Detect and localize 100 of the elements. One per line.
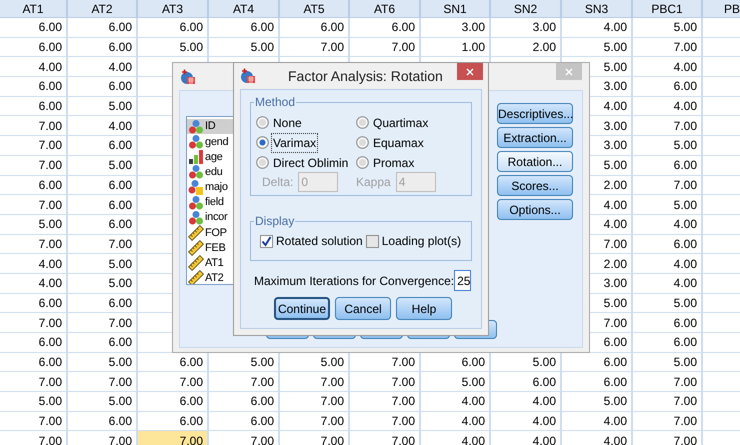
table-cell: 7.00 <box>0 412 68 432</box>
table-cell: 4.00 <box>633 254 703 274</box>
dialog-button[interactable]: Rotation... <box>497 151 573 172</box>
table-cell: 7.00 <box>68 313 138 333</box>
table-cell: 6.00 <box>633 234 703 254</box>
radio-label: Direct Oblimin <box>272 154 350 172</box>
table-cell: 5.00 <box>633 18 703 38</box>
radio-button[interactable] <box>256 116 269 129</box>
table-cell: 5.00 <box>562 38 633 58</box>
dialog-button[interactable]: Help <box>396 297 452 320</box>
ruler-icon <box>188 270 204 284</box>
variable-item[interactable]: FOP <box>187 225 245 240</box>
table-cell: 7.00 <box>280 392 350 412</box>
dialog-button[interactable]: Continue <box>274 297 330 320</box>
table-cell: 6.00 <box>0 176 68 196</box>
table-cell: 6.00 <box>633 156 703 176</box>
radio-button[interactable] <box>256 136 269 149</box>
variable-item[interactable]: FEB <box>187 240 245 256</box>
table-cell: 4.00 <box>0 254 68 274</box>
table-cell: 6.00 <box>68 214 138 235</box>
table-cell: 7.00 <box>68 372 138 392</box>
table-cell: 6.00 <box>0 77 68 97</box>
table-cell: 7.00 <box>350 392 421 412</box>
variable-item[interactable]: age <box>187 149 245 165</box>
table-cell: 5.00 <box>68 156 138 176</box>
variable-item[interactable]: gend <box>187 134 245 150</box>
nominal-variable-icon <box>188 164 204 180</box>
table-cell: 5.00 <box>633 352 703 372</box>
checkbox-label: Rotated solution <box>276 233 363 250</box>
radio-button[interactable] <box>356 136 369 149</box>
column-header[interactable]: PB <box>703 0 740 18</box>
table-cell: 6.00 <box>633 77 703 97</box>
table-cell: 5.00 <box>209 38 280 58</box>
column-header[interactable]: PBC1 <box>633 0 703 18</box>
table-cell: 7.00 <box>633 372 703 392</box>
table-cell: 5.00 <box>68 254 138 274</box>
dialog-button[interactable]: Scores... <box>497 175 573 196</box>
variable-item[interactable]: majo <box>187 180 245 195</box>
bar-chart-icon <box>188 148 204 165</box>
table-cell: 6.00 <box>0 333 68 353</box>
nominal-string-variable-icon <box>188 179 204 196</box>
radio-label: Quartimax <box>372 114 430 132</box>
table-cell: 7.00 <box>633 392 703 412</box>
column-header[interactable]: SN3 <box>562 0 633 18</box>
table-cell: 7.00 <box>209 431 280 445</box>
variable-item[interactable]: AT1 <box>187 256 245 271</box>
group-title: Display <box>254 214 296 228</box>
dialog-button[interactable]: Options... <box>497 199 573 220</box>
close-button[interactable] <box>457 63 483 80</box>
table-cell: 7.00 <box>138 372 209 392</box>
input-field[interactable]: 25 <box>454 270 472 291</box>
table-cell: 4.00 <box>491 431 562 445</box>
table-cell: 6.00 <box>68 294 138 314</box>
radio-button[interactable] <box>256 156 269 169</box>
table-cell: 6.00 <box>350 18 421 38</box>
column-header[interactable]: AT6 <box>350 0 421 18</box>
table-cell: 7.00 <box>280 372 350 392</box>
column-header[interactable]: AT2 <box>68 0 138 18</box>
table-cell: 7.00 <box>633 431 703 445</box>
checkbox[interactable] <box>260 234 273 248</box>
variable-item[interactable]: incor <box>187 210 245 226</box>
table-cell: 4.00 <box>0 57 68 78</box>
table-cell: 7.00 <box>350 38 421 58</box>
table-cell: 4.00 <box>0 274 68 294</box>
table-cell: 1.00 <box>421 38 491 58</box>
checkbox[interactable] <box>366 234 379 248</box>
table-cell: 7.00 <box>68 234 138 254</box>
table-cell: 5.00 <box>68 274 138 294</box>
table-cell: 6.00 <box>0 18 68 38</box>
table-cell: 7.00 <box>350 412 421 432</box>
table-cell: 6.00 <box>633 333 703 353</box>
table-cell: 5.00 <box>562 392 633 412</box>
column-header[interactable]: SN1 <box>421 0 491 18</box>
column-header[interactable]: AT5 <box>280 0 350 18</box>
column-header[interactable]: AT4 <box>209 0 280 18</box>
column-header[interactable]: AT3 <box>138 0 209 18</box>
table-cell: 5.00 <box>0 392 68 412</box>
table-cell: 3.00 <box>421 18 491 38</box>
table-cell: 4.00 <box>421 431 491 445</box>
table-cell: 7.00 <box>0 313 68 333</box>
table-cell: 7.00 <box>0 156 68 176</box>
dialog-button[interactable]: Extraction... <box>497 127 573 148</box>
table-cell: 6.00 <box>209 392 280 412</box>
nominal-variable-icon <box>188 210 204 226</box>
table-cell: 6.00 <box>138 392 209 412</box>
table-cell: 6.00 <box>138 18 209 38</box>
table-cell: 5.00 <box>633 136 703 156</box>
dialog-button[interactable]: Cancel <box>335 297 391 320</box>
column-header[interactable]: SN2 <box>491 0 562 18</box>
radio-button[interactable] <box>356 156 369 169</box>
ruler-icon <box>188 255 204 272</box>
dialog-button[interactable]: Descriptives... <box>497 103 573 124</box>
nominal-variable-icon <box>188 194 204 211</box>
variable-item[interactable]: AT2 <box>187 270 245 284</box>
column-header[interactable]: AT1 <box>0 0 68 18</box>
variable-item[interactable]: field <box>187 194 245 210</box>
variable-item[interactable]: edu <box>187 164 245 180</box>
ruler-icon <box>188 240 204 256</box>
radio-button[interactable] <box>356 116 369 129</box>
table-cell: 7.00 <box>350 372 421 392</box>
